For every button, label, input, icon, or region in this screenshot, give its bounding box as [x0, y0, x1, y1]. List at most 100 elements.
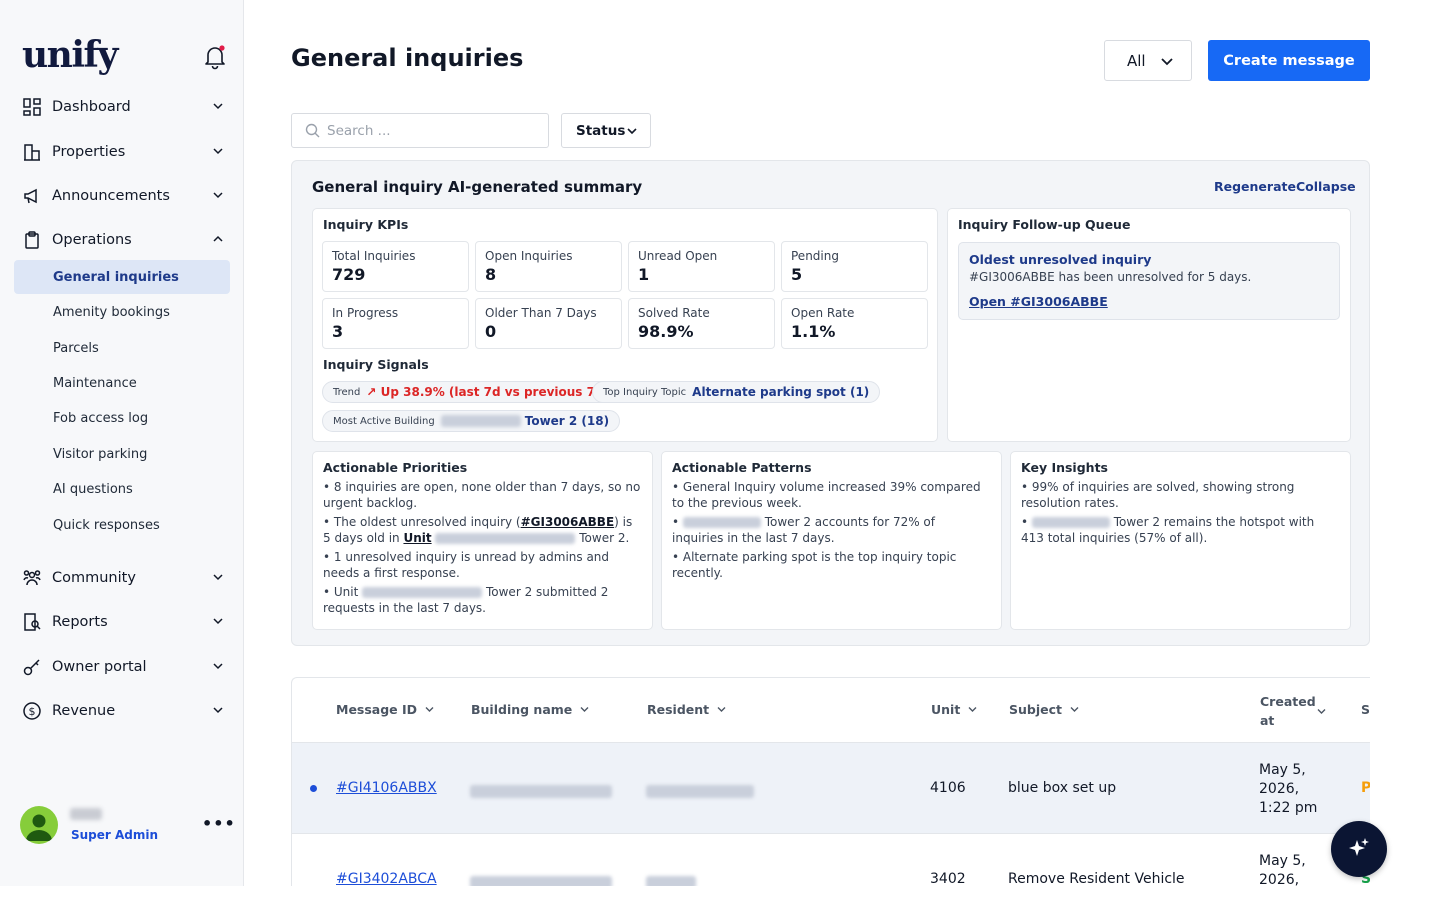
- kpis-card: Inquiry KPIs Total Inquiries 729 Open In…: [312, 208, 938, 442]
- sidebar-subitem-visitor-parking[interactable]: Visitor parking: [14, 437, 230, 471]
- chevron-down-icon: [213, 707, 223, 714]
- insight-bullet: • Tower 2 remains the hotspot with 413 t…: [1021, 514, 1339, 546]
- created-date-line: 1:22 pm: [1259, 800, 1318, 816]
- column-header-subject[interactable]: Subject: [1009, 702, 1079, 717]
- bullet-text: •: [1021, 515, 1029, 529]
- priorities-list: • 8 inquiries are open, none older than …: [323, 479, 641, 619]
- table-row[interactable]: #GI3402ABCA 3402 Remove Resident Vehicle…: [292, 834, 1370, 886]
- page-title: General inquiries: [291, 44, 524, 72]
- sidebar-item-owner-portal[interactable]: Owner portal: [22, 652, 232, 682]
- sidebar-item-label: Dashboard: [52, 99, 131, 115]
- sidebar-item-operations[interactable]: Operations: [22, 225, 232, 255]
- kpi-unread-open: Unread Open 1: [628, 241, 775, 292]
- kpi-solved-rate: Solved Rate 98.9%: [628, 298, 775, 349]
- subject-cell: blue box set up: [1008, 780, 1117, 796]
- user-profile[interactable]: Super Admin •••: [20, 806, 235, 846]
- inquiries-table: Message ID Building name Resident Unit S…: [291, 677, 1370, 886]
- sidebar-item-properties[interactable]: Properties: [22, 137, 232, 167]
- column-header-message-id[interactable]: Message ID: [336, 702, 434, 717]
- created-date-line: 2026,: [1259, 872, 1300, 886]
- sidebar-item-label: Properties: [52, 144, 126, 160]
- chevron-down-icon: [213, 618, 223, 625]
- open-inquiry-link[interactable]: Open #GI3006ABBE: [969, 294, 1108, 309]
- kpi-total-inquiries: Total Inquiries 729: [322, 241, 469, 292]
- signals-title: Inquiry Signals: [323, 357, 429, 372]
- building-name-redacted: [470, 874, 612, 886]
- unit-reference-link[interactable]: Unit: [403, 531, 431, 545]
- sidebar-item-reports[interactable]: Reports: [22, 607, 232, 637]
- column-header-status[interactable]: St: [1361, 702, 1370, 717]
- sidebar-subitem-general-inquiries[interactable]: General inquiries: [14, 260, 230, 294]
- building-filter-select[interactable]: All: [1104, 40, 1192, 81]
- priorities-title: Actionable Priorities: [323, 460, 468, 475]
- inquiry-reference-link[interactable]: #GI3006ABBE: [521, 515, 615, 529]
- sort-chevron-icon: [1070, 707, 1079, 712]
- community-icon: [22, 568, 42, 588]
- insights-title: Key Insights: [1021, 460, 1108, 475]
- sort-chevron-icon: [580, 707, 589, 712]
- app-logo[interactable]: unify: [22, 34, 118, 76]
- sort-chevron-icon: [717, 707, 726, 712]
- sidebar-item-dashboard[interactable]: Dashboard: [22, 92, 232, 122]
- header-label: Building name: [471, 702, 573, 717]
- chevron-down-icon: [213, 103, 223, 110]
- sidebar-subitem-fob-access-log[interactable]: Fob access log: [14, 401, 230, 435]
- collapse-link[interactable]: Collapse: [1296, 179, 1356, 194]
- search-box: [291, 113, 549, 148]
- column-header-building-name[interactable]: Building name: [471, 702, 589, 717]
- chevron-down-icon: [213, 192, 223, 199]
- column-header-resident[interactable]: Resident: [647, 702, 726, 717]
- status-badge: P: [1361, 780, 1370, 796]
- unread-indicator: [310, 785, 317, 792]
- sparkle-icon: [1349, 838, 1369, 856]
- avatar[interactable]: [20, 806, 58, 844]
- user-name-redacted: [70, 808, 102, 820]
- kpi-label: Pending: [791, 249, 839, 263]
- search-input[interactable]: [327, 121, 537, 141]
- created-date-line: May 5,: [1259, 762, 1306, 778]
- kpi-value: 1: [638, 265, 650, 284]
- queue-item-text: #GI3006ABBE has been unresolved for 5 da…: [969, 270, 1252, 284]
- insights-list: • 99% of inquiries are solved, showing s…: [1021, 479, 1339, 549]
- sidebar-item-revenue[interactable]: $ Revenue: [22, 696, 232, 726]
- table-row[interactable]: #GI4106ABBX 4106 blue box set up May 5, …: [292, 742, 1370, 834]
- more-options-icon[interactable]: •••: [202, 814, 236, 833]
- create-message-button[interactable]: Create message: [1208, 40, 1370, 81]
- trend-pill: Trend ↗ Up 38.9% (last 7d vs previous 7d…: [322, 381, 621, 403]
- status-filter-button[interactable]: Status: [561, 113, 651, 148]
- message-id-link[interactable]: #GI4106ABBX: [336, 780, 437, 796]
- sidebar-item-announcements[interactable]: Announcements: [22, 181, 232, 211]
- bullet-text: •: [672, 515, 680, 529]
- kpi-older-than-7-days: Older Than 7 Days 0: [475, 298, 622, 349]
- sidebar-item-label: Community: [52, 570, 136, 586]
- user-role: Super Admin: [71, 828, 159, 842]
- dollar-icon: $: [22, 701, 42, 721]
- kpi-value: 3: [332, 322, 344, 341]
- created-date-line: 2026,: [1259, 781, 1300, 797]
- chevron-down-icon: [627, 128, 637, 135]
- sidebar-subitem-ai-questions[interactable]: AI questions: [14, 472, 230, 506]
- chevron-up-icon: [213, 235, 223, 242]
- building-name-redacted: [470, 783, 612, 799]
- patterns-list: • General Inquiry volume increased 39% c…: [672, 479, 990, 584]
- notification-bell-icon[interactable]: [203, 44, 227, 70]
- priority-bullet: • Unit Tower 2 submitted 2 requests in t…: [323, 584, 641, 616]
- sidebar-subitem-maintenance[interactable]: Maintenance: [14, 366, 230, 400]
- sidebar-item-community[interactable]: Community: [22, 563, 232, 593]
- sidebar: unify Dashboard Properties Announcements: [0, 0, 244, 886]
- pill-label: Top Inquiry Topic: [603, 386, 687, 398]
- ai-assistant-button[interactable]: [1331, 821, 1387, 877]
- sidebar-subitem-quick-responses[interactable]: Quick responses: [14, 508, 230, 542]
- search-icon: [305, 123, 320, 138]
- message-id-link[interactable]: #GI3402ABCA: [336, 871, 437, 886]
- regenerate-link[interactable]: Regenerate: [1214, 179, 1296, 194]
- page-bottom-edge: [0, 886, 1433, 900]
- sidebar-subitem-parcels[interactable]: Parcels: [14, 331, 230, 365]
- redacted-text: [435, 533, 576, 544]
- kpi-open-rate: Open Rate 1.1%: [781, 298, 928, 349]
- kpi-label: Solved Rate: [638, 306, 710, 320]
- column-header-unit[interactable]: Unit: [931, 702, 977, 717]
- column-header-created-at[interactable]: Created at: [1260, 692, 1316, 730]
- sidebar-subitem-amenity-bookings[interactable]: Amenity bookings: [14, 295, 230, 329]
- pattern-bullet: • Tower 2 accounts for 72% of inquiries …: [672, 514, 990, 546]
